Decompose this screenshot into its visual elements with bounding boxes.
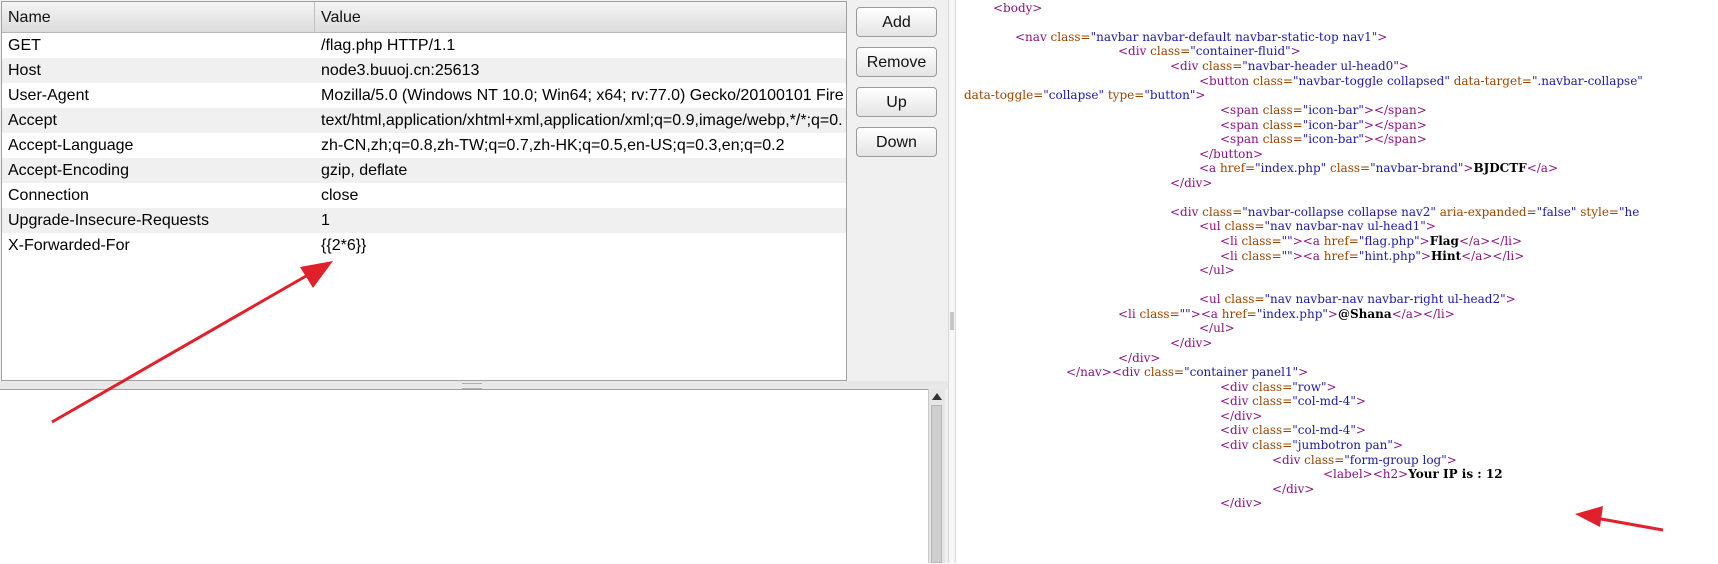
- table-row[interactable]: X-Forwarded-For {{2*6}}: [2, 233, 846, 258]
- response-source-view: <body> <nav class="navbar navbar-default…: [956, 0, 1718, 563]
- row-value[interactable]: {{2*6}}: [321, 233, 843, 258]
- table-header: Name Value: [2, 2, 846, 33]
- remove-button[interactable]: Remove: [856, 47, 937, 77]
- row-value[interactable]: zh-CN,zh;q=0.8,zh-TW;q=0.7,zh-HK;q=0.5,e…: [321, 133, 843, 158]
- table-row[interactable]: Connection close: [2, 183, 846, 208]
- add-button[interactable]: Add: [856, 7, 937, 37]
- body-text-area[interactable]: [0, 389, 928, 564]
- row-name: Upgrade-Insecure-Requests: [8, 212, 209, 229]
- divider-grip-icon[interactable]: [950, 312, 954, 330]
- row-name: Accept: [8, 112, 57, 129]
- source-line: <li class=""><a href="hint.php">Hint</a>…: [1220, 249, 1525, 263]
- panel-divider[interactable]: [948, 0, 956, 563]
- row-name: GET: [8, 37, 41, 54]
- row-name: Accept-Language: [8, 137, 134, 154]
- source-line: <span class="icon-bar"></span>: [1220, 132, 1427, 146]
- source-line: <div class="navbar-header ul-head0">: [1170, 59, 1409, 73]
- row-name: Connection: [8, 187, 89, 204]
- column-header-name[interactable]: Name: [2, 2, 315, 32]
- source-line: <span class="icon-bar"></span>: [1220, 103, 1427, 117]
- source-line: <div class="jumbotron pan">: [1220, 438, 1403, 452]
- row-name: User-Agent: [8, 87, 89, 104]
- request-editor-panel: Name Value GET/flag.php HTTP/1.1 Host nod…: [0, 0, 948, 564]
- source-line: </nav><div class="container panel1">: [1066, 365, 1309, 379]
- source-line: </ul>: [1199, 263, 1235, 277]
- source-line: <ul class="nav navbar-nav ul-head1">: [1199, 219, 1436, 233]
- source-line: <div class="container-fluid">: [1118, 44, 1301, 58]
- row-value[interactable]: gzip, deflate: [321, 158, 843, 183]
- column-header-value[interactable]: Value: [315, 2, 846, 32]
- source-line: data-toggle="collapse" type="button">: [964, 88, 1206, 102]
- scroll-up-arrow-icon[interactable]: [932, 393, 942, 400]
- pane-splitter[interactable]: [0, 381, 948, 389]
- vertical-scrollbar[interactable]: [928, 389, 945, 563]
- source-line: <div class="col-md-4">: [1220, 423, 1366, 437]
- row-value[interactable]: Mozilla/5.0 (Windows NT 10.0; Win64; x64…: [321, 83, 843, 108]
- row-name: Accept-Encoding: [8, 162, 129, 179]
- row-value[interactable]: text/html,application/xhtml+xml,applicat…: [321, 108, 843, 133]
- source-line: <a href="index.php" class="navbar-brand"…: [1199, 161, 1558, 175]
- table-row[interactable]: Upgrade-Insecure-Requests 1: [2, 208, 846, 233]
- source-line: </div>: [1220, 496, 1263, 510]
- source-line: <body>: [993, 1, 1043, 15]
- source-line: </div>: [1272, 482, 1315, 496]
- down-button[interactable]: Down: [856, 127, 937, 157]
- source-line: </ul>: [1199, 321, 1235, 335]
- row-name: Host: [8, 62, 41, 79]
- source-line: <button class="navbar-toggle collapsed" …: [1199, 74, 1643, 88]
- source-line: <ul class="nav navbar-nav navbar-right u…: [1199, 292, 1516, 306]
- scrollbar-thumb[interactable]: [931, 405, 942, 563]
- table-row[interactable]: Host node3.buuoj.cn:25613: [2, 58, 846, 83]
- row-value[interactable]: close: [321, 183, 843, 208]
- source-line: </div>: [1170, 176, 1213, 190]
- row-name: X-Forwarded-For: [8, 237, 130, 254]
- source-line: <li class=""><a href="flag.php">Flag</a>…: [1220, 234, 1523, 248]
- row-value[interactable]: /flag.php HTTP/1.1: [321, 33, 843, 58]
- up-button[interactable]: Up: [856, 87, 937, 117]
- table-row[interactable]: Accept-Language zh-CN,zh;q=0.8,zh-TW;q=0.…: [2, 133, 846, 158]
- table-row[interactable]: Accept text/html,application/xhtml+xml,ap…: [2, 108, 846, 133]
- source-line: </div>: [1170, 336, 1213, 350]
- source-line-ip-result: <label><h2>Your IP is : 12: [1323, 467, 1503, 481]
- source-line: <li class=""><a href="index.php">@Shana<…: [1118, 307, 1455, 321]
- table-row[interactable]: Accept-Encoding gzip, deflate: [2, 158, 846, 183]
- source-line: <div class="col-md-4">: [1220, 394, 1366, 408]
- row-value[interactable]: node3.buuoj.cn:25613: [321, 58, 843, 83]
- table-row[interactable]: User-Agent Mozilla/5.0 (Windows NT 10.0; …: [2, 83, 846, 108]
- headers-table: Name Value GET/flag.php HTTP/1.1 Host nod…: [1, 1, 847, 381]
- table-row[interactable]: GET/flag.php HTTP/1.1: [2, 33, 846, 58]
- table-body: GET/flag.php HTTP/1.1 Host node3.buuoj.cn…: [2, 33, 846, 258]
- row-value[interactable]: 1: [321, 208, 843, 233]
